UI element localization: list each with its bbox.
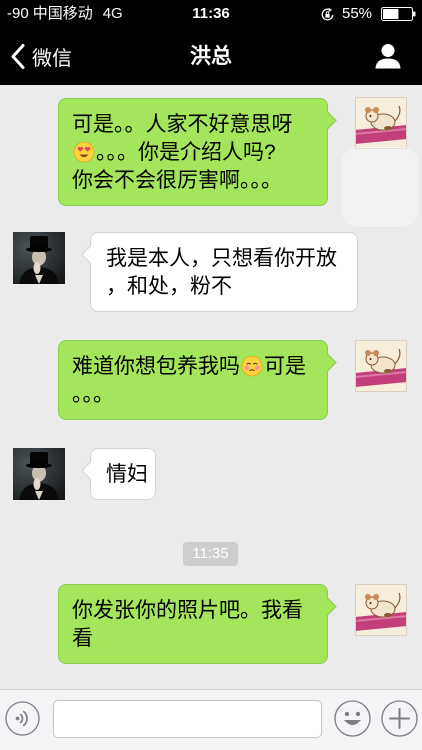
input-bar bbox=[0, 689, 422, 750]
emoji-icon[interactable] bbox=[334, 700, 371, 737]
chat-area[interactable]: 可是。。人家不好意思呀 。。。你是介绍人吗? 你会不会很厉害啊。。。 我是本人，… bbox=[0, 85, 422, 689]
message-text: ，和处，粉不 bbox=[106, 275, 232, 298]
battery-level-fill bbox=[383, 9, 399, 19]
message-text: 你发张你的照片吧。我看 bbox=[72, 599, 303, 622]
page-title: 洪总 bbox=[190, 45, 232, 68]
heart-eyes-emoji bbox=[73, 141, 95, 163]
my-avatar[interactable] bbox=[355, 584, 407, 636]
back-button[interactable]: 微信 bbox=[10, 41, 72, 71]
avatar-image bbox=[355, 340, 407, 392]
signal-strength: -90 bbox=[7, 5, 29, 22]
nav-bar: 微信 洪总 bbox=[0, 28, 422, 85]
battery-percent: 55% bbox=[342, 5, 373, 22]
avatar-image bbox=[355, 584, 407, 636]
status-time: 11:36 bbox=[192, 5, 230, 22]
message-bubble-incoming[interactable]: 我是本人，只想看你开放 ，和处，粉不 bbox=[90, 232, 358, 312]
message-text: 可是 bbox=[264, 355, 306, 378]
voice-icon[interactable] bbox=[5, 701, 40, 736]
message-text: 难道你想包养我吗 bbox=[72, 355, 240, 378]
message-line: 。。。你是介绍人吗? bbox=[72, 139, 327, 167]
message-bubble-outgoing[interactable]: 你发张你的照片吧。我看 看 bbox=[58, 584, 328, 664]
message-text: 情妇 bbox=[106, 463, 148, 486]
chevron-left-icon bbox=[11, 43, 25, 69]
message-text: 看 bbox=[72, 627, 93, 650]
back-label: 微信 bbox=[32, 47, 72, 70]
message-text: 。。。你是介绍人吗? bbox=[96, 141, 276, 164]
avatar-image bbox=[355, 97, 407, 149]
message-text: 你会不会很厉害啊。。。 bbox=[72, 169, 282, 192]
my-avatar[interactable] bbox=[355, 340, 407, 392]
network-type: 4G bbox=[102, 5, 123, 22]
contact-avatar[interactable] bbox=[13, 448, 65, 500]
blushing-face-emoji bbox=[241, 355, 263, 377]
message-bubble-incoming[interactable]: 情妇 bbox=[90, 448, 156, 500]
message-text: 我是本人，只想看你开放 bbox=[106, 247, 337, 270]
contact-avatar[interactable] bbox=[13, 232, 65, 284]
message-text: 可是。。人家不好意思呀 bbox=[72, 113, 293, 136]
plus-icon[interactable] bbox=[381, 700, 418, 737]
message-bubble-outgoing[interactable]: 可是。。人家不好意思呀 。。。你是介绍人吗? 你会不会很厉害啊。。。 bbox=[58, 98, 328, 206]
avatar-image bbox=[13, 448, 65, 500]
battery-icon bbox=[381, 7, 416, 21]
message-text: 。。。 bbox=[72, 383, 114, 406]
message-bubble-outgoing[interactable]: 难道你想包养我吗 可是 。。。 bbox=[58, 340, 328, 420]
carrier-info: -90 中国移动 4G bbox=[7, 0, 123, 28]
avatar-image bbox=[13, 232, 65, 284]
timestamp-badge: 11:35 bbox=[183, 542, 238, 566]
person-icon[interactable] bbox=[374, 43, 402, 69]
my-avatar[interactable] bbox=[355, 97, 407, 149]
assistive-touch-button[interactable] bbox=[340, 146, 420, 228]
message-input[interactable] bbox=[53, 700, 322, 738]
status-bar: -90 中国移动 4G 11:36 55% bbox=[0, 0, 422, 28]
carrier-name: 中国移动 bbox=[32, 5, 93, 22]
message-line: 难道你想包养我吗 可是 bbox=[72, 353, 327, 381]
rotation-lock-icon bbox=[321, 7, 334, 21]
